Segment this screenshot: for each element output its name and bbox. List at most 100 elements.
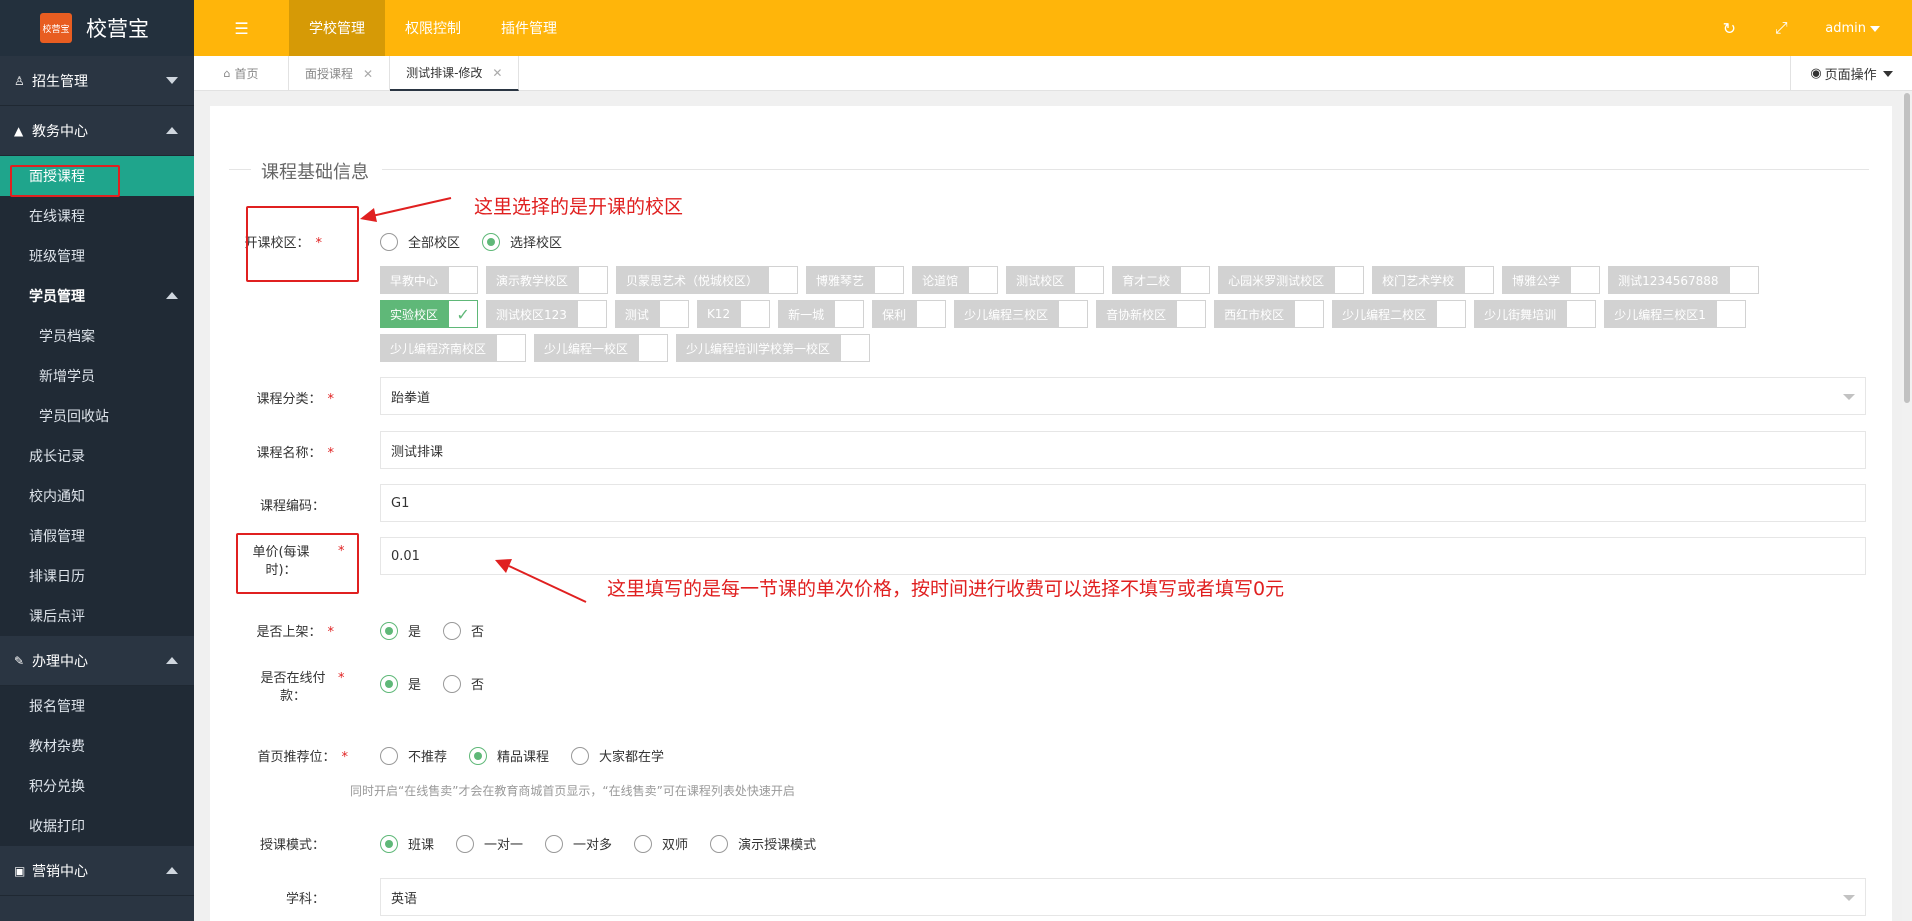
page-ops-button[interactable]: ◉ 页面操作	[1790, 56, 1912, 91]
course-name-input[interactable]: 测试排课	[380, 431, 1866, 469]
chevron-up-icon	[166, 292, 178, 299]
tab-course-edit[interactable]: 测试排课-修改 ✕	[390, 56, 520, 91]
close-icon[interactable]: ✕	[492, 66, 502, 80]
menu-group-recruit[interactable]: ♙ 招生管理	[0, 56, 194, 106]
campus-chip[interactable]: 新一城	[778, 300, 865, 328]
radio-mode-class[interactable]: 班课	[380, 834, 434, 853]
subject-select[interactable]: 英语	[380, 878, 1866, 916]
campus-chip[interactable]: 少儿编程三校区	[954, 300, 1089, 328]
campus-chip[interactable]: 测试1234567888	[1608, 266, 1759, 294]
top-nav-plugins[interactable]: 插件管理	[481, 0, 577, 56]
radio-on-shelf-yes[interactable]: 是	[380, 621, 421, 640]
user-menu[interactable]: admin	[1807, 21, 1912, 36]
campus-chip[interactable]: 测试校区	[1006, 266, 1105, 294]
tab-home[interactable]: ⌂ 首页	[194, 56, 289, 91]
radio-mode-one-to-many[interactable]: 一对多	[545, 834, 612, 853]
recommend-radios: 不推荐 精品课程 大家都在学	[380, 746, 686, 765]
campus-chip[interactable]: 早教中心	[380, 266, 479, 294]
tab-face-course[interactable]: 面授课程 ✕	[289, 56, 391, 91]
sidebar-item-notice[interactable]: 校内通知	[0, 476, 194, 516]
sidebar-item-student-files[interactable]: 学员档案	[0, 316, 194, 356]
code-label: 课程编码：	[259, 499, 325, 514]
recommend-hint: 同时开启“在线售卖”才会在教育商城首页显示，“在线售卖”可在课程列表处快速开启	[350, 784, 795, 798]
campus-chip-label: 测试1234567888	[1608, 266, 1729, 294]
campus-chip[interactable]: 测试	[614, 300, 689, 328]
radio-mode-demo[interactable]: 演示授课模式	[710, 834, 816, 853]
top-nav-school[interactable]: 学校管理	[289, 0, 385, 56]
sidebar-item-recycle[interactable]: 学员回收站	[0, 396, 194, 436]
refresh-icon[interactable]: ↻	[1703, 19, 1755, 38]
campus-chip[interactable]: 少儿街舞培训	[1474, 300, 1597, 328]
campus-chip-label: 测试	[614, 300, 659, 328]
campus-chip[interactable]: 少儿编程培训学校第一校区	[676, 334, 871, 362]
campus-chip-label: K12	[696, 300, 741, 328]
campus-chip[interactable]: 少儿编程济南校区	[380, 334, 527, 362]
checkbox-box	[1728, 266, 1759, 294]
sidebar-item-receipt[interactable]: 收据打印	[0, 806, 194, 846]
category-select[interactable]: 跆拳道	[380, 377, 1866, 415]
campus-chip[interactable]: 少儿编程三校区1	[1604, 300, 1746, 328]
sidebar-item-review[interactable]: 课后点评	[0, 596, 194, 636]
course-code-input[interactable]: G1	[380, 484, 1866, 522]
campus-chip[interactable]: 少儿编程一校区	[534, 334, 669, 362]
checkbox-box	[1715, 300, 1746, 328]
menu-group-edu[interactable]: ▲ 教务中心	[0, 106, 194, 156]
radio-select-campus[interactable]: 选择校区	[482, 232, 562, 251]
radio-mode-dual[interactable]: 双师	[634, 834, 688, 853]
campus-chip[interactable]: 育才二校	[1112, 266, 1211, 294]
sidebar-item-points[interactable]: 积分兑换	[0, 766, 194, 806]
radio-on-shelf-no[interactable]: 否	[443, 621, 484, 640]
campus-chip[interactable]: 博雅公学	[1502, 266, 1601, 294]
top-nav-permission[interactable]: 权限控制	[385, 0, 481, 56]
radio-online-pay-no[interactable]: 否	[443, 674, 484, 693]
menu-group-marketing[interactable]: ▣ 营销中心	[0, 846, 194, 896]
sidebar-item-new-student[interactable]: 新增学员	[0, 356, 194, 396]
menu-toggle-icon[interactable]: ☰	[194, 0, 289, 56]
annotation-price: 这里填写的是每一节课的单次价格，按时间进行收费可以选择不填写或者填写0元	[607, 578, 1285, 600]
price-value: 0.01	[391, 548, 420, 564]
campus-chip[interactable]: 音协新校区	[1096, 300, 1207, 328]
checkbox-box	[1074, 266, 1105, 294]
campus-chip[interactable]: 实验校区 ✓	[380, 300, 479, 328]
sidebar-item-schedule[interactable]: 排课日历	[0, 556, 194, 596]
sidebar-item-leave[interactable]: 请假管理	[0, 516, 194, 556]
chevron-up-icon	[166, 127, 178, 134]
price-input[interactable]: 0.01	[380, 537, 1866, 575]
annotation-arrow	[360, 197, 452, 222]
campus-chip[interactable]: 西红市校区	[1214, 300, 1325, 328]
checkbox-box	[1176, 300, 1207, 328]
campus-chip[interactable]: 校门艺术学校	[1372, 266, 1495, 294]
sidebar-item-class[interactable]: 班级管理	[0, 236, 194, 276]
campus-chip[interactable]: 贝蒙思艺术（悦城校区）	[616, 266, 799, 294]
campus-chip[interactable]: K12	[696, 300, 771, 328]
tab-label: 测试排课-修改	[406, 66, 483, 80]
sidebar-item-online-course[interactable]: 在线课程	[0, 196, 194, 236]
radio-online-pay-yes[interactable]: 是	[380, 674, 421, 693]
menu-group-office[interactable]: ✎ 办理中心	[0, 636, 194, 686]
scroll-thumb[interactable]	[1904, 93, 1910, 403]
radio-featured[interactable]: 精品课程	[469, 746, 549, 765]
sidebar-item-growth[interactable]: 成长记录	[0, 436, 194, 476]
close-icon[interactable]: ✕	[363, 67, 373, 81]
campus-chip[interactable]: 博雅琴艺	[806, 266, 905, 294]
sidebar-item-enroll[interactable]: 报名管理	[0, 686, 194, 726]
radio-no-recommend[interactable]: 不推荐	[380, 746, 447, 765]
radio-popular[interactable]: 大家都在学	[571, 746, 664, 765]
campus-chip[interactable]: 少儿编程二校区	[1332, 300, 1467, 328]
campus-chip[interactable]: 演示教学校区	[486, 266, 609, 294]
campus-chip[interactable]: 保利	[872, 300, 947, 328]
radio-mode-one-on-one[interactable]: 一对一	[456, 834, 523, 853]
sidebar-item-label: 排课日历	[29, 569, 85, 585]
checkbox-box	[1570, 266, 1601, 294]
campus-chip[interactable]: 测试校区123	[486, 300, 607, 328]
chevron-down-icon	[166, 77, 178, 84]
sidebar-item-materials[interactable]: 教材杂费	[0, 726, 194, 766]
campus-chip-label: 演示教学校区	[486, 266, 579, 294]
campus-chip[interactable]: 心园米罗测试校区	[1218, 266, 1365, 294]
fullscreen-icon[interactable]: ⤢	[1755, 18, 1807, 38]
category-label: 课程分类： *	[256, 392, 334, 407]
sidebar-item-students[interactable]: 学员管理	[0, 276, 194, 316]
campus-chip[interactable]: 论道馆	[912, 266, 999, 294]
scrollbar[interactable]	[1902, 91, 1912, 921]
radio-all-campus[interactable]: 全部校区	[380, 232, 460, 251]
